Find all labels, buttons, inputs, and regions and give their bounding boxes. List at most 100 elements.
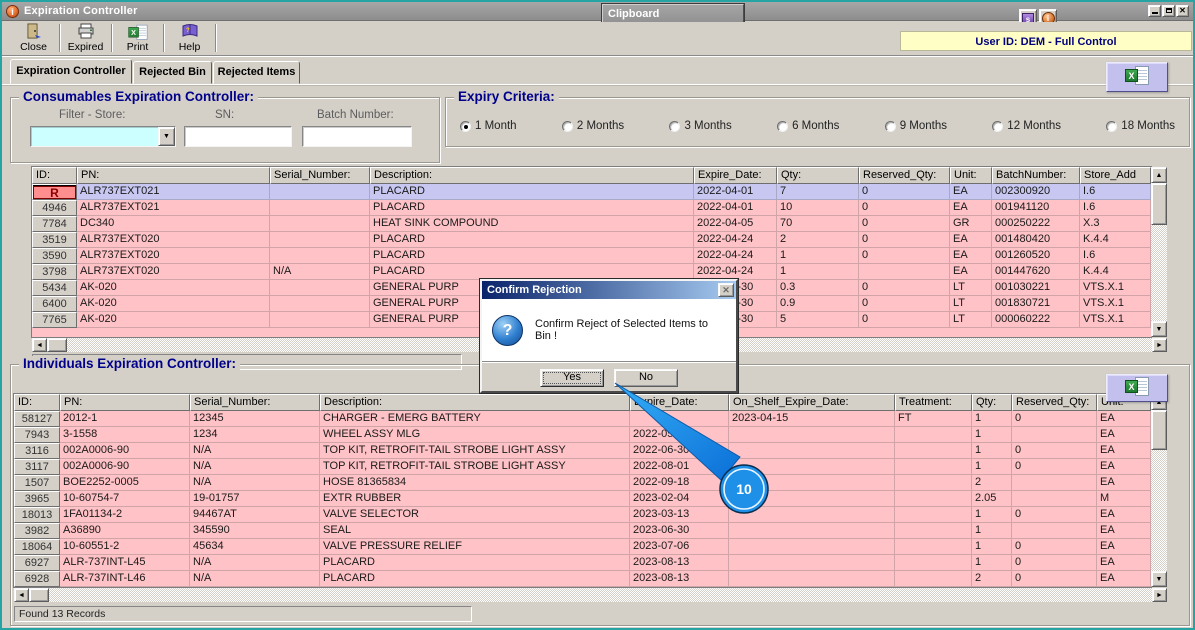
table-row[interactable]: 3519ALR737EXT020PLACARD2022-04-2420EA001… <box>32 232 1151 248</box>
column-header[interactable]: Reserved_Qty: <box>1012 394 1097 411</box>
column-header[interactable]: Qty: <box>972 394 1012 411</box>
individuals-vscrollbar[interactable]: ▲ ▼ <box>1151 394 1167 587</box>
sn-input[interactable] <box>184 126 292 147</box>
yes-button[interactable]: Yes <box>540 369 604 387</box>
table-row[interactable]: 6927ALR-737INT-L45N/APLACARD2023-08-1310… <box>14 555 1151 571</box>
tab-rejected-bin[interactable]: Rejected Bin <box>133 61 212 84</box>
reject-flag-button[interactable]: R <box>33 186 76 199</box>
radio-icon[interactable] <box>460 121 471 132</box>
column-header[interactable]: Reserved_Qty: <box>859 167 950 184</box>
column-header[interactable]: ID: <box>32 167 77 184</box>
export-consumables-excel-button[interactable]: X <box>1106 62 1168 92</box>
table-row[interactable]: 79433-15581234WHEEL ASSY MLG2022-05-091E… <box>14 427 1151 443</box>
restore-button[interactable] <box>1162 5 1175 17</box>
column-header[interactable]: Store_Add <box>1080 167 1151 184</box>
individuals-hscrollbar[interactable]: ◄ ► <box>14 588 1167 602</box>
expiry-radio-18-months[interactable]: 18 Months <box>1106 120 1175 132</box>
scroll-left-button[interactable]: ◄ <box>14 588 29 602</box>
table-row[interactable]: 3590ALR737EXT020PLACARD2022-04-2410EA001… <box>32 248 1151 264</box>
table-row[interactable]: RALR737EXT021PLACARD2022-04-0170EA002300… <box>32 184 1151 200</box>
expiry-radio-9-months[interactable]: 9 Months <box>885 120 947 132</box>
column-header[interactable]: On_Shelf_Expire_Date: <box>729 394 895 411</box>
column-header[interactable]: PN: <box>77 167 270 184</box>
chevron-down-icon[interactable]: ▼ <box>158 127 175 146</box>
expiry-radio-12-months[interactable]: 12 Months <box>992 120 1061 132</box>
table-cell: 1 <box>972 507 1012 523</box>
tab-rejected-items[interactable]: Rejected Items <box>213 61 300 84</box>
radio-icon[interactable] <box>992 121 1003 132</box>
scroll-right-button[interactable]: ► <box>1152 338 1167 352</box>
table-row[interactable]: 3117002A0006-90N/ATOP KIT, RETROFIT-TAIL… <box>14 459 1151 475</box>
table-row[interactable]: 7784DC340HEAT SINK COMPOUND2022-04-05700… <box>32 216 1151 232</box>
expiry-radio-6-months[interactable]: 6 Months <box>777 120 839 132</box>
column-header[interactable]: Description: <box>320 394 630 411</box>
column-header[interactable]: Serial_Number: <box>190 394 320 411</box>
table-row[interactable]: 180131FA01134-294467ATVALVE SELECTOR2023… <box>14 507 1151 523</box>
radio-icon[interactable] <box>777 121 788 132</box>
no-button[interactable]: No <box>614 369 678 387</box>
tab-expiration-controller[interactable]: Expiration Controller <box>10 59 132 84</box>
scroll-down-button[interactable]: ▼ <box>1151 321 1167 337</box>
consumables-vscrollbar[interactable]: ▲ ▼ <box>1151 167 1167 337</box>
scroll-up-button[interactable]: ▲ <box>1151 167 1167 183</box>
printer-icon <box>77 23 95 40</box>
toolbar-separator <box>111 24 113 52</box>
radio-icon[interactable] <box>1106 121 1117 132</box>
table-cell: EA <box>1097 507 1151 523</box>
expiry-radio-2-months[interactable]: 2 Months <box>562 120 624 132</box>
table-cell: 12345 <box>190 411 320 427</box>
radio-label: 3 Months <box>684 120 731 132</box>
batch-number-input[interactable] <box>302 126 412 147</box>
scroll-thumb[interactable] <box>29 588 49 602</box>
table-row[interactable]: 581272012-112345CHARGER - EMERG BATTERY2… <box>14 411 1151 427</box>
dialog-title-bar[interactable]: Confirm Rejection ✕ <box>482 281 736 299</box>
table-row[interactable]: 1507BOE2252-0005N/AHOSE 813658342022-09-… <box>14 475 1151 491</box>
column-header[interactable]: Unit: <box>950 167 992 184</box>
radio-icon[interactable] <box>562 121 573 132</box>
column-header[interactable]: Treatment: <box>895 394 972 411</box>
column-header[interactable]: Expire_Date: <box>630 394 729 411</box>
expiry-radio-1-month[interactable]: 1 Month <box>460 120 517 132</box>
table-row[interactable]: 6928ALR-737INT-L46N/APLACARD2023-08-1320… <box>14 571 1151 587</box>
table-cell: VTS.X.1 <box>1080 312 1151 328</box>
scroll-down-button[interactable]: ▼ <box>1151 571 1167 587</box>
scroll-thumb[interactable] <box>47 338 67 352</box>
row-id-cell: 1507 <box>14 475 60 491</box>
table-cell: ALR737EXT021 <box>77 184 270 200</box>
table-row[interactable]: 1806410-60551-245634VALVE PRESSURE RELIE… <box>14 539 1151 555</box>
column-header[interactable]: BatchNumber: <box>992 167 1080 184</box>
column-header[interactable]: PN: <box>60 394 190 411</box>
title-bar[interactable]: i Expiration Controller <box>2 2 1193 21</box>
table-cell <box>270 232 370 248</box>
column-header[interactable]: Expire_Date: <box>694 167 777 184</box>
help-button[interactable]: ? Help <box>166 23 213 53</box>
export-individuals-excel-button[interactable]: X <box>1106 374 1168 402</box>
table-row[interactable]: 4946ALR737EXT021PLACARD2022-04-01100EA00… <box>32 200 1151 216</box>
minimize-button[interactable] <box>1148 5 1161 17</box>
table-cell <box>895 555 972 571</box>
radio-icon[interactable] <box>885 121 896 132</box>
scroll-thumb[interactable] <box>1151 410 1167 450</box>
table-cell <box>270 200 370 216</box>
filter-store-label: Filter - Store: <box>59 109 125 121</box>
table-cell: 000250222 <box>992 216 1080 232</box>
expiry-radio-3-months[interactable]: 3 Months <box>669 120 731 132</box>
table-row[interactable]: 3798ALR737EXT020N/APLACARD2022-04-241EA0… <box>32 264 1151 280</box>
table-row[interactable]: 3116002A0006-90N/ATOP KIT, RETROFIT-TAIL… <box>14 443 1151 459</box>
scroll-left-button[interactable]: ◄ <box>32 338 47 352</box>
column-header[interactable]: Serial_Number: <box>270 167 370 184</box>
filter-store-dropdown[interactable]: ▼ <box>30 126 176 147</box>
scroll-right-button[interactable]: ► <box>1152 588 1167 602</box>
column-header[interactable]: Description: <box>370 167 694 184</box>
column-header[interactable]: Qty: <box>777 167 859 184</box>
column-header[interactable]: ID: <box>14 394 60 411</box>
radio-icon[interactable] <box>669 121 680 132</box>
print-button[interactable]: X Print <box>114 23 161 53</box>
close-window-button[interactable]: ✕ <box>1176 5 1189 17</box>
table-row[interactable]: 3982A36890345590SEAL2023-06-301EA <box>14 523 1151 539</box>
close-button[interactable]: Close <box>10 23 57 53</box>
scroll-thumb[interactable] <box>1151 183 1167 225</box>
dialog-close-icon[interactable]: ✕ <box>718 283 734 297</box>
expired-button[interactable]: Expired <box>62 23 109 53</box>
table-row[interactable]: 396510-60754-719-01757EXTR RUBBER2023-02… <box>14 491 1151 507</box>
